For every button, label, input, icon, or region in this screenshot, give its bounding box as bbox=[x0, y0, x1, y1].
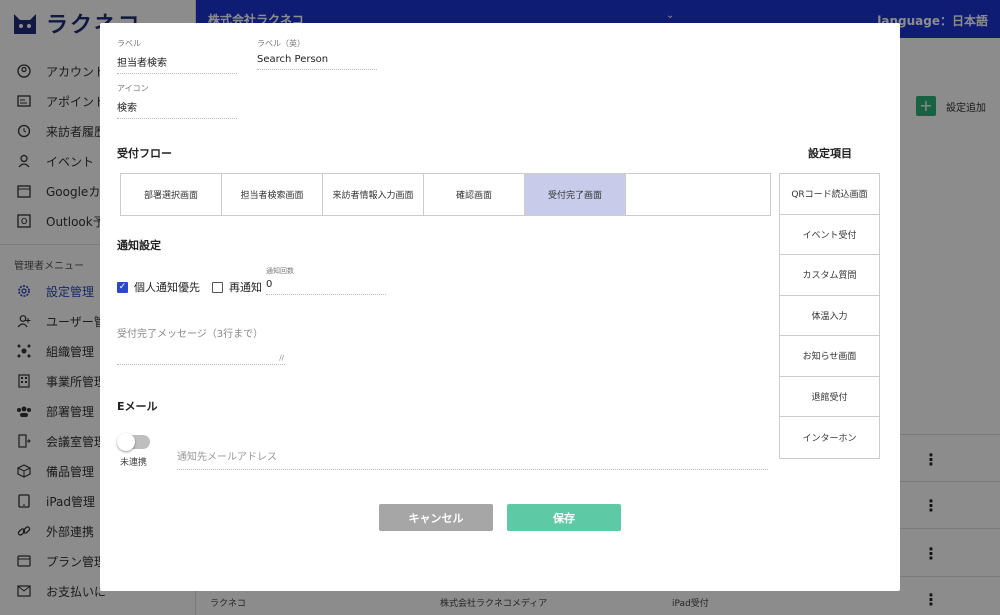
cancel-button[interactable]: キャンセル bbox=[379, 504, 493, 531]
renotify-checkbox[interactable] bbox=[212, 281, 223, 293]
reception-flow: 部署選択画面 担当者検索画面 来訪者情報入力画面 確認画面 受付完了画面 bbox=[120, 173, 771, 216]
settings-item-list: QRコード読込画面 イベント受付 カスタム質問 体温入力 お知らせ画面 退館受付… bbox=[779, 173, 880, 459]
label-field[interactable]: ラベル 担当者検索 bbox=[117, 38, 237, 74]
complete-message-placeholder: 受付完了メッセージ（3行まで） bbox=[117, 329, 264, 340]
email-toggle-label: 未連携 bbox=[120, 458, 148, 468]
flow-step[interactable]: 担当者検索画面 bbox=[222, 174, 323, 215]
resize-handle-icon[interactable]: ∕∕ bbox=[279, 354, 284, 362]
renotify-label: 再通知 bbox=[229, 281, 262, 294]
icon-field-label: アイコン bbox=[117, 84, 149, 93]
settings-item[interactable]: イベント受付 bbox=[780, 215, 879, 255]
email-toggle[interactable] bbox=[117, 433, 150, 451]
personal-notify-label: 個人通知優先 bbox=[134, 281, 200, 294]
settings-item[interactable]: 体温入力 bbox=[780, 296, 879, 336]
notify-title: 通知設定 bbox=[117, 239, 161, 252]
notify-count-label: 通知回数 bbox=[266, 267, 294, 275]
personal-notify-checkbox[interactable]: ✓ bbox=[117, 281, 128, 293]
label-en-field-value[interactable]: Search Person bbox=[257, 54, 377, 70]
flow-step[interactable]: 確認画面 bbox=[424, 174, 525, 215]
settings-modal: ラベル 担当者検索 ラベル（英） Search Person アイコン 検索 受… bbox=[100, 23, 900, 591]
settings-item[interactable]: カスタム質問 bbox=[780, 255, 879, 296]
label-en-field[interactable]: ラベル（英） Search Person bbox=[257, 38, 377, 70]
email-title: Eメール bbox=[117, 400, 158, 413]
settings-item[interactable]: QRコード読込画面 bbox=[780, 174, 879, 215]
settings-item[interactable]: インターホン bbox=[780, 417, 879, 458]
flow-title: 受付フロー bbox=[117, 147, 172, 160]
settings-item[interactable]: 退館受付 bbox=[780, 377, 879, 417]
icon-field[interactable]: アイコン 検索 bbox=[117, 83, 237, 119]
complete-message-textarea[interactable]: 受付完了メッセージ（3行まで） ∕∕ bbox=[117, 323, 285, 365]
flow-step-active[interactable]: 受付完了画面 bbox=[525, 174, 626, 215]
email-address-input[interactable]: 通知先メールアドレス bbox=[177, 448, 768, 470]
notify-count-field[interactable]: 通知回数 0 bbox=[266, 266, 386, 295]
icon-field-value[interactable]: 検索 bbox=[117, 99, 237, 119]
save-button[interactable]: 保存 bbox=[507, 504, 621, 531]
settings-title: 設定項目 bbox=[808, 147, 852, 160]
label-field-value[interactable]: 担当者検索 bbox=[117, 54, 237, 74]
settings-item[interactable]: お知らせ画面 bbox=[780, 336, 879, 377]
notify-options: ✓ 個人通知優先 再通知 bbox=[117, 279, 262, 295]
flow-step[interactable]: 部署選択画面 bbox=[121, 174, 222, 215]
notify-count-input[interactable]: 0 bbox=[266, 279, 386, 295]
label-en-field-label: ラベル（英） bbox=[257, 39, 305, 48]
flow-step[interactable]: 来訪者情報入力画面 bbox=[323, 174, 424, 215]
label-field-label: ラベル bbox=[117, 39, 141, 48]
toggle-knob bbox=[117, 433, 135, 451]
